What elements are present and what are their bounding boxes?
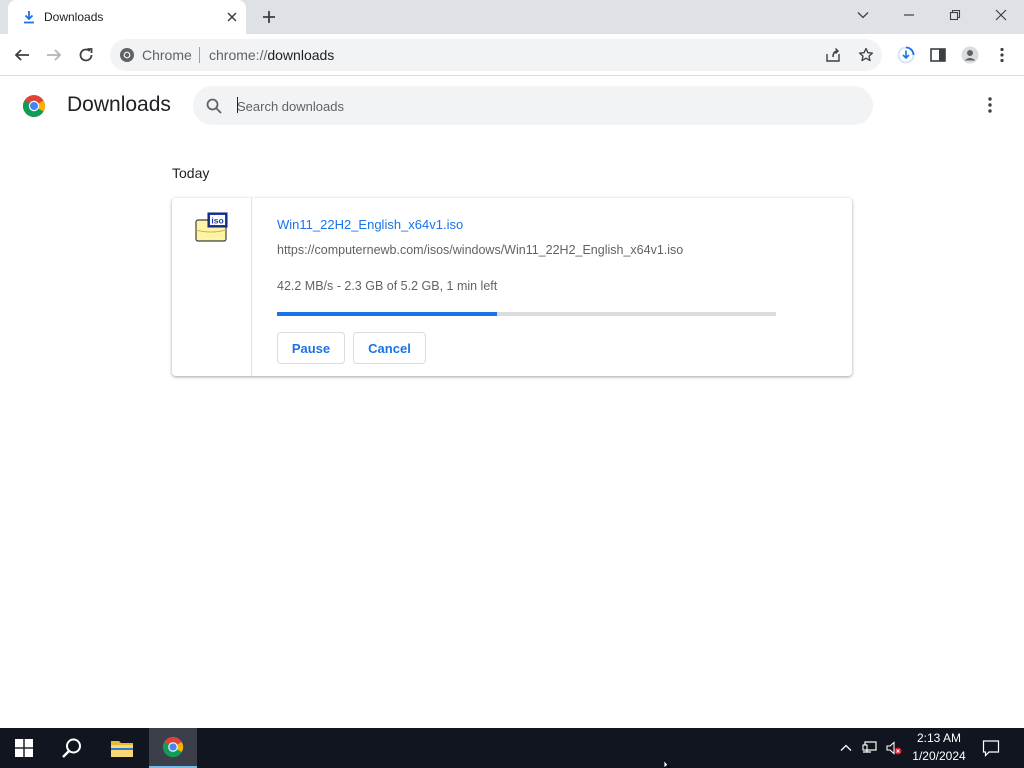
close-tab-icon[interactable]: [224, 9, 240, 25]
progress-bar-fill: [277, 312, 497, 316]
side-panel-icon: [930, 48, 946, 62]
forward-button[interactable]: [42, 43, 66, 67]
back-button[interactable]: [10, 43, 34, 67]
omnibox-divider: [199, 47, 200, 63]
tab-strip: Downloads: [0, 0, 1024, 34]
omnibox-url: chrome://downloads: [209, 47, 334, 63]
progress-bar: [277, 312, 776, 316]
download-status: 42.2 MB/s - 2.3 GB of 5.2 GB, 1 min left: [277, 279, 498, 293]
pause-button[interactable]: Pause: [277, 332, 345, 364]
new-tab-icon[interactable]: [260, 8, 278, 26]
volume-muted-icon[interactable]: [886, 740, 902, 756]
cancel-button[interactable]: Cancel: [353, 332, 426, 364]
chrome-logo-icon: [162, 736, 184, 758]
search-input[interactable]: [237, 95, 837, 117]
arrow-left-icon: [14, 49, 29, 61]
file-explorer-button[interactable]: [98, 728, 146, 768]
notifications-button[interactable]: [968, 728, 1014, 768]
start-button[interactable]: [0, 728, 48, 768]
chrome-taskbar-button[interactable]: [149, 728, 197, 768]
tab-downloads[interactable]: Downloads: [8, 0, 246, 34]
chrome-logo-icon: [23, 95, 45, 117]
windows-taskbar: [0, 728, 1024, 768]
downloads-header: Downloads: [0, 77, 1024, 133]
network-icon[interactable]: [862, 740, 878, 756]
restore-button[interactable]: [932, 0, 978, 30]
url-scheme: chrome://: [209, 47, 268, 63]
file-icon-label: iso: [211, 216, 223, 226]
section-date-label: Today: [172, 165, 210, 181]
tab-title: Downloads: [44, 10, 104, 24]
close-icon: [995, 9, 1007, 21]
clock-date[interactable]: 1/20/2024: [909, 749, 969, 763]
profile-button[interactable]: [958, 43, 982, 67]
url-host: downloads: [267, 47, 335, 63]
reload-icon: [79, 48, 93, 62]
share-icon[interactable]: [825, 47, 841, 63]
tab-search-button[interactable]: [840, 0, 886, 30]
side-panel-button[interactable]: [926, 43, 950, 67]
folder-icon: [111, 741, 133, 757]
taskbar-search-button[interactable]: [48, 728, 96, 768]
search-icon: [62, 738, 81, 758]
bookmark-star-icon[interactable]: [858, 47, 874, 63]
browser-toolbar: Chrome chrome://downloads: [0, 34, 1024, 76]
iso-file-icon: iso: [195, 212, 228, 242]
search-icon: [206, 98, 222, 114]
address-bar[interactable]: Chrome chrome://downloads: [110, 39, 882, 71]
chevron-up-icon[interactable]: [838, 740, 854, 756]
windows-logo-icon: [15, 739, 33, 757]
avatar-icon: [961, 46, 979, 64]
file-icon-column: iso: [172, 198, 252, 376]
download-progress-icon: [897, 46, 915, 64]
reload-button[interactable]: [74, 43, 98, 67]
mouse-cursor-icon: [664, 760, 671, 768]
downloads-toolbar-button[interactable]: [894, 43, 918, 67]
source-url[interactable]: https://computernewb.com/isos/windows/Wi…: [277, 243, 683, 257]
download-item: iso Win11_22H2_English_x64v1.iso https:/…: [172, 198, 852, 376]
close-window-button[interactable]: [978, 0, 1024, 30]
notification-icon: [982, 740, 1000, 757]
omnibox-chip: Chrome: [142, 47, 192, 63]
more-vertical-icon: [988, 97, 992, 113]
more-vertical-icon: [1000, 47, 1004, 63]
chevron-down-icon: [857, 12, 869, 19]
minimize-button[interactable]: [886, 0, 932, 30]
page-title: Downloads: [67, 93, 171, 116]
downloads-menu-button[interactable]: [980, 94, 1000, 116]
restore-icon: [949, 9, 961, 21]
chrome-icon: [120, 48, 134, 62]
minimize-icon: [904, 14, 914, 16]
file-name-link[interactable]: Win11_22H2_English_x64v1.iso: [277, 217, 463, 232]
download-icon: [24, 11, 34, 24]
clock-time[interactable]: 2:13 AM: [911, 731, 967, 745]
text-caret: [237, 97, 238, 113]
search-box[interactable]: [193, 86, 873, 125]
chrome-menu-button[interactable]: [990, 43, 1014, 67]
arrow-right-icon: [47, 49, 62, 61]
